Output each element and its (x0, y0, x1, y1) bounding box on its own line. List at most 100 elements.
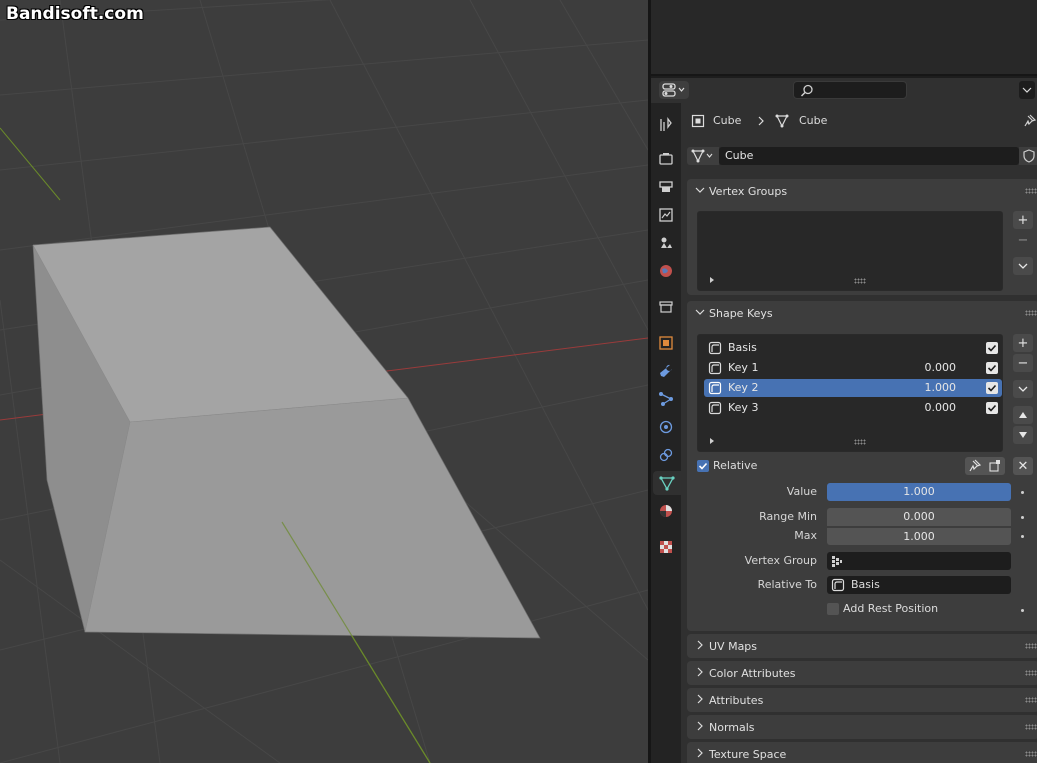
tab-particles[interactable] (654, 387, 678, 411)
shape-keys-list[interactable]: Basis Key 1 0.000 Key 2 1.000 Key 3 0.00… (697, 334, 1003, 452)
relative-to-field[interactable]: Basis (827, 576, 1011, 594)
chevron-down-icon[interactable] (695, 185, 705, 195)
tab-render[interactable] (654, 147, 678, 171)
panel-title-shape-keys[interactable]: Shape Keys (709, 307, 773, 320)
relative-checkbox[interactable] (697, 460, 709, 472)
shape-key-value[interactable]: 0.000 (925, 401, 957, 414)
shape-key-name[interactable]: Basis (728, 341, 757, 354)
panel-title-attributes: Attributes (709, 694, 764, 707)
color-attributes-panel[interactable]: Color Attributes (687, 661, 1037, 685)
panel-drag-handle[interactable] (1025, 724, 1037, 730)
keyframe-dot-icon[interactable] (1021, 516, 1024, 519)
attributes-panel[interactable]: Attributes (687, 688, 1037, 712)
panel-drag-handle[interactable] (1025, 670, 1037, 676)
cube-mesh[interactable] (32, 226, 541, 639)
keyframe-dot-icon[interactable] (1021, 535, 1024, 538)
view-layer-icon (659, 208, 673, 222)
shape-key-value[interactable]: 0.000 (925, 361, 957, 374)
add-shape-key-button[interactable]: + (1013, 334, 1033, 352)
shape-key-mute-checkbox[interactable] (986, 342, 998, 354)
tab-view-layer[interactable] (654, 203, 678, 227)
relative-label[interactable]: Relative (713, 459, 757, 472)
shape-key-value[interactable]: 1.000 (925, 381, 957, 394)
add-rest-position-label[interactable]: Add Rest Position (843, 602, 938, 615)
shape-key-row[interactable]: Key 1 0.000 (704, 359, 1002, 377)
shape-key-row-selected[interactable]: Key 2 1.000 (704, 379, 1002, 397)
panel-drag-handle[interactable] (1025, 643, 1037, 649)
add-rest-position-checkbox[interactable] (827, 603, 839, 615)
vertex-groups-list[interactable] (697, 211, 1003, 291)
header-dropdown[interactable] (1019, 81, 1035, 99)
shape-key-mute-checkbox[interactable] (986, 362, 998, 374)
tab-output[interactable] (654, 175, 678, 199)
constraints-icon (659, 448, 673, 462)
vertex-group-specials-button[interactable] (1013, 257, 1033, 275)
add-vertex-group-button[interactable]: + (1013, 211, 1033, 229)
shape-key-edit-mode-button[interactable] (985, 457, 1005, 475)
chevron-down-icon[interactable] (695, 307, 705, 317)
mesh-name-field[interactable]: Cube (719, 147, 1019, 165)
relative-to-label: Relative To (757, 578, 817, 591)
range-min-field[interactable]: 0.000 (827, 508, 1011, 526)
tab-collection[interactable] (654, 295, 678, 319)
clear-shape-key-button[interactable]: ✕ (1013, 457, 1033, 475)
shape-key-name[interactable]: Key 2 (728, 381, 758, 394)
shape-key-lock-button[interactable] (965, 457, 985, 475)
editor-type-button[interactable] (659, 81, 689, 99)
checkmark-icon (987, 364, 997, 372)
expand-triangle-icon[interactable] (708, 276, 716, 284)
normals-panel[interactable]: Normals (687, 715, 1037, 739)
chevron-right-icon (697, 667, 703, 677)
tab-tool[interactable] (654, 113, 678, 137)
tab-modifiers[interactable] (654, 359, 678, 383)
list-resize-handle[interactable] (854, 439, 866, 445)
triangle-down-icon (1019, 432, 1027, 438)
shape-key-name[interactable]: Key 1 (728, 361, 758, 374)
uv-maps-panel[interactable]: UV Maps (687, 634, 1037, 658)
shape-key-icon (831, 578, 845, 592)
tab-constraints[interactable] (654, 443, 678, 467)
expand-triangle-icon[interactable] (708, 437, 716, 445)
tab-material[interactable] (654, 499, 678, 523)
vertex-group-field[interactable] (827, 552, 1011, 570)
chevron-down-icon (1018, 263, 1028, 269)
panel-drag-handle[interactable] (1025, 751, 1037, 757)
move-shape-key-up-button[interactable] (1013, 406, 1033, 424)
remove-vertex-group-button[interactable]: − (1013, 231, 1033, 249)
range-max-field[interactable]: 1.000 (827, 527, 1011, 545)
breadcrumb-mesh: Cube (799, 114, 828, 127)
list-resize-handle[interactable] (854, 278, 866, 284)
tab-mesh-data[interactable] (653, 471, 681, 495)
tab-object[interactable] (654, 331, 678, 355)
shape-key-specials-button[interactable] (1013, 380, 1033, 398)
shape-key-row[interactable]: Basis (704, 339, 1002, 357)
pin-icon[interactable] (1023, 114, 1037, 128)
tab-physics[interactable] (654, 415, 678, 439)
keyframe-dot-icon[interactable] (1021, 609, 1024, 612)
breadcrumb: Cube Cube (691, 113, 991, 129)
value-slider[interactable]: 1.000 (827, 483, 1011, 501)
tab-scene[interactable] (654, 231, 678, 255)
search-input[interactable] (793, 81, 907, 99)
remove-shape-key-button[interactable]: − (1013, 354, 1033, 372)
object-icon (691, 114, 705, 128)
panel-title-vertex-groups[interactable]: Vertex Groups (709, 185, 787, 198)
tab-world[interactable] (654, 259, 678, 283)
mesh-browse-button[interactable] (687, 147, 719, 165)
3d-viewport[interactable]: Bandisoft.com (0, 0, 648, 763)
shape-key-mute-checkbox[interactable] (986, 402, 998, 414)
move-shape-key-down-button[interactable] (1013, 426, 1033, 444)
shape-key-row[interactable]: Key 3 0.000 (704, 399, 1002, 417)
fake-user-button[interactable] (1019, 147, 1037, 165)
panel-drag-handle[interactable] (1025, 188, 1037, 194)
shape-key-name[interactable]: Key 3 (728, 401, 758, 414)
editor-type-icon (662, 83, 685, 97)
panel-drag-handle[interactable] (1025, 310, 1037, 316)
shape-key-mute-checkbox[interactable] (986, 382, 998, 394)
viewport-scene (0, 0, 648, 763)
outliner-area[interactable] (651, 0, 1037, 76)
tab-texture[interactable] (654, 535, 678, 559)
keyframe-dot-icon[interactable] (1021, 491, 1024, 494)
panel-drag-handle[interactable] (1025, 697, 1037, 703)
texture-space-panel[interactable]: Texture Space (687, 742, 1037, 763)
